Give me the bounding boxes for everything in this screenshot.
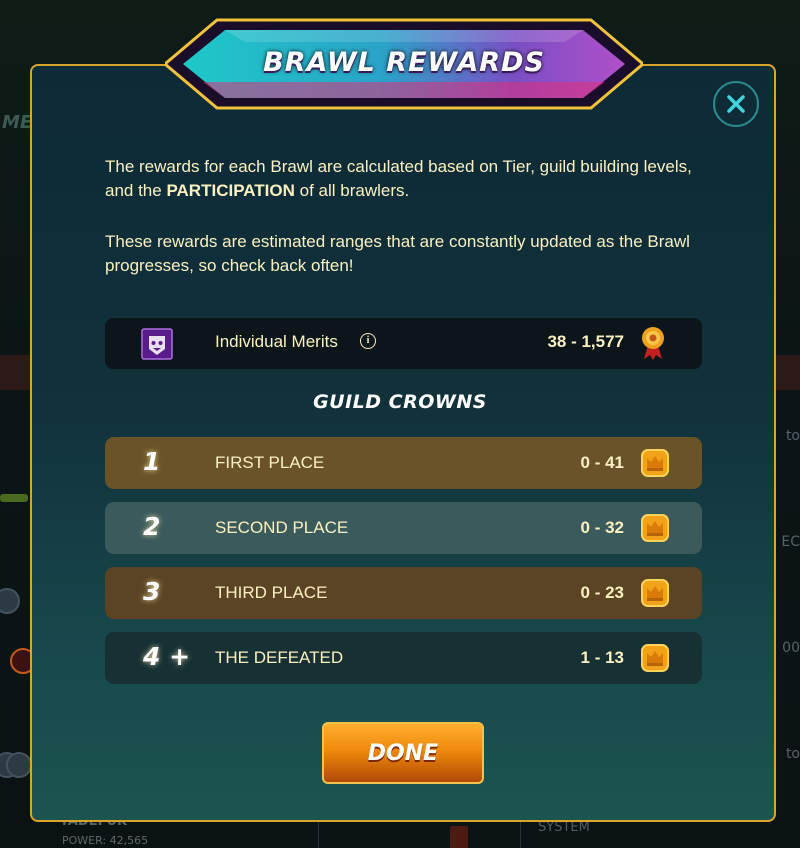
guild-crown-icon [641,449,669,477]
merits-label: Individual Merits [215,332,338,351]
merit-medal-icon [642,327,664,360]
place-number: 3 [143,577,161,606]
place-name: FIRST PLACE [215,453,325,472]
place-number: 1 [143,447,161,476]
title-banner: BRAWL REWARDS [165,18,643,110]
place-row: 1 FIRST PLACE 0 - 41 [105,437,702,489]
done-button[interactable]: DONE [322,722,484,784]
place-row: 3 THIRD PLACE 0 - 23 [105,567,702,619]
place-row: 4 + THE DEFEATED 1 - 13 [105,632,702,684]
background-object [450,826,468,848]
background-fragment: to [785,746,800,762]
background-fragment: EC [781,534,800,550]
close-button[interactable] [713,81,759,127]
background-divider [520,820,521,848]
background-divider [318,820,319,848]
place-range: 0 - 41 [580,453,624,472]
place-range: 0 - 23 [580,583,624,602]
info-icon[interactable]: i [360,333,376,349]
place-name: THIRD PLACE [215,583,328,602]
guild-crowns-heading: GUILD CROWNS [313,391,487,413]
place-range: 1 - 13 [580,648,624,667]
close-icon [727,95,745,113]
background-fragment: 00 [782,640,800,656]
background-system-label: SYSTEM [538,820,590,835]
done-label: DONE [367,740,439,766]
place-name: SECOND PLACE [215,518,349,537]
merits-value: 38 - 1,577 [547,332,624,351]
individual-merits-row: Individual Merits i 38 - 1,577 [105,318,702,369]
modal-title: BRAWL REWARDS [263,47,545,78]
guild-crown-icon [641,644,669,672]
intro-paragraph-1: The rewards for each Brawl are calculate… [105,155,705,203]
place-range: 0 - 32 [580,518,624,537]
background-token [6,752,32,778]
background-tag: ME [2,112,33,133]
background-player-power: POWER: 42,565 [62,834,149,847]
place-number: 4 + [143,642,191,671]
intro-text: of all brawlers. [294,181,410,200]
intro-paragraph-2: These rewards are estimated ranges that … [105,232,690,275]
guild-crown-icon [641,514,669,542]
place-name: THE DEFEATED [215,648,344,667]
intro-emphasis: PARTICIPATION [166,181,295,200]
background-fragment: to [785,428,800,444]
guild-crown-icon [641,579,669,607]
background-token [0,588,20,614]
guild-banner-icon [141,328,173,360]
place-number: 2 [143,512,161,541]
background-progress [0,494,28,502]
place-row: 2 SECOND PLACE 0 - 32 [105,502,702,554]
